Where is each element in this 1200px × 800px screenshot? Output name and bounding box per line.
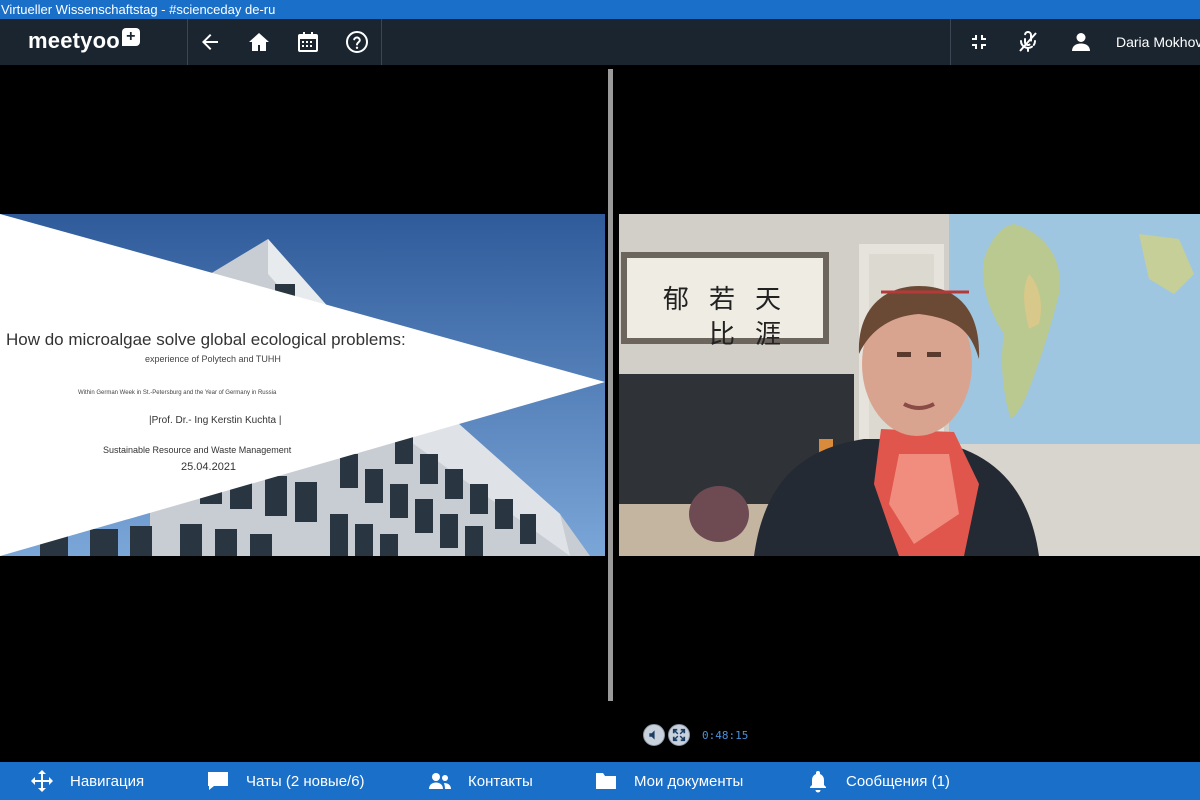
calligraphy-char-5: 比	[709, 320, 736, 350]
exit-fullscreen-button[interactable]	[955, 19, 1003, 65]
nav-navigation-label: Навигация	[70, 772, 145, 790]
panel-splitter[interactable]	[608, 69, 613, 701]
calligraphy-char-1: 天	[755, 285, 782, 315]
top-toolbar: meetyoo + Daria Mokhova	[0, 19, 1200, 65]
nav-messages-label: Сообщения (1)	[846, 772, 950, 790]
fullscreen-button[interactable]	[668, 724, 690, 746]
calligraphy-char-2: 若	[709, 285, 736, 315]
home-icon	[249, 33, 269, 51]
slide-speaker: |Prof. Dr.- Ing Kerstin Kuchta |	[149, 415, 282, 426]
toolbar-divider	[381, 19, 382, 65]
calligraphy-char-3: 郁	[663, 285, 690, 315]
slide-department: Sustainable Resource and Waste Managemen…	[103, 445, 292, 455]
nav-contacts-label: Контакты	[468, 772, 533, 790]
agenda-button[interactable]	[284, 19, 332, 65]
nav-messages[interactable]: Сообщения (1)	[806, 762, 950, 800]
nav-documents-label: Мои документы	[634, 772, 744, 790]
speaker-video-frame	[619, 214, 1200, 556]
bottom-navigation: Навигация Чаты (2 новые/6) Контакты Мои …	[0, 762, 1200, 800]
nav-contacts[interactable]: Контакты	[428, 762, 533, 800]
nav-chats-label: Чаты (2 новые/6)	[246, 772, 365, 790]
logo-text: meetyoo	[28, 28, 120, 53]
playback-time: 0:48:15	[702, 728, 749, 742]
slide-subtitle: experience of Polytech and TUHH	[145, 354, 281, 364]
arrow-left-icon	[202, 34, 218, 50]
volume-button[interactable]	[643, 724, 665, 746]
user-icon	[1072, 33, 1090, 51]
contacts-icon	[429, 773, 451, 789]
user-name[interactable]: Daria Mokhova	[1116, 19, 1200, 65]
home-button[interactable]	[235, 19, 283, 65]
calendar-icon	[298, 32, 318, 52]
calligraphy-char-4: 涯	[755, 320, 782, 350]
help-button[interactable]	[333, 19, 381, 65]
meetyoo-logo[interactable]: meetyoo +	[28, 28, 140, 54]
move-icon	[31, 770, 53, 792]
microphone-button[interactable]	[1004, 19, 1052, 65]
slide-context: Within German Week in St.-Petersburg and…	[78, 390, 277, 396]
back-button[interactable]	[186, 19, 234, 65]
bell-icon	[810, 771, 826, 793]
fullscreen-exit-icon	[972, 35, 986, 49]
mic-off-icon	[1019, 30, 1037, 52]
toolbar-divider	[950, 19, 951, 65]
player-controls: 0:48:15	[643, 723, 748, 747]
chat-icon	[208, 772, 228, 790]
nav-documents[interactable]: Мои документы	[594, 762, 743, 800]
help-icon	[346, 31, 368, 53]
nav-navigation[interactable]: Навигация	[30, 762, 144, 800]
fullscreen-icon	[672, 728, 686, 742]
presentation-stage: How do microalgae solve global ecologica…	[0, 65, 1200, 762]
speaker-video: 天 若 郁 涯 比	[619, 214, 1200, 556]
volume-icon	[649, 730, 655, 740]
window-title: Virtueller Wissenschaftstag - #scienceda…	[0, 0, 1200, 19]
profile-button[interactable]	[1057, 19, 1105, 65]
logo-plus: +	[121, 28, 140, 46]
nav-chats[interactable]: Чаты (2 новые/6)	[206, 762, 365, 800]
slide-title: How do microalgae solve global ecologica…	[6, 330, 406, 349]
slide-date: 25.04.2021	[181, 461, 237, 473]
folder-icon	[596, 773, 616, 789]
presentation-slide: How do microalgae solve global ecologica…	[0, 214, 605, 556]
slide-background-image	[0, 214, 605, 556]
